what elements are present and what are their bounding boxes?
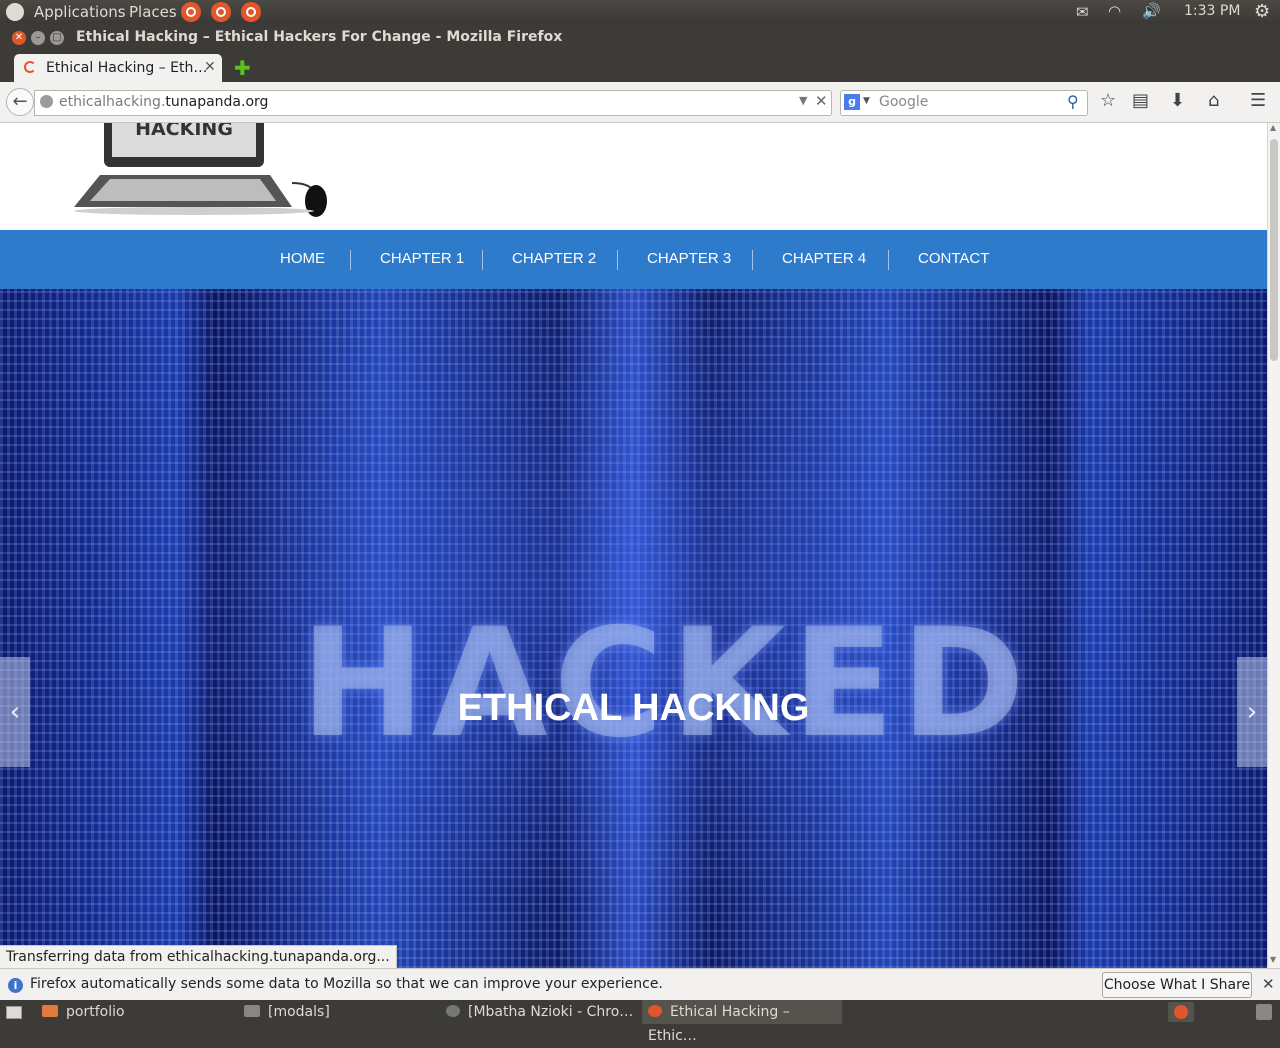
taskbar-item-label: [modals] [268, 1004, 330, 1020]
chevron-left-icon: ‹ [9, 697, 21, 727]
scrollbar-thumb[interactable] [1270, 139, 1278, 361]
hero-title: ETHICAL HACKING [457, 687, 810, 729]
notification-bar: i Firefox automatically sends some data … [0, 968, 1280, 1001]
choose-what-i-share-button[interactable]: Choose What I Share [1102, 972, 1252, 998]
notification-message: Firefox automatically sends some data to… [30, 976, 663, 992]
search-placeholder: Google [879, 94, 929, 110]
menu-divider [350, 250, 351, 270]
mail-icon[interactable]: ✉ [1076, 3, 1089, 21]
page-scrollbar[interactable]: ▲ ▼ [1267, 123, 1280, 968]
info-icon: i [8, 978, 23, 993]
top-panel: Applications Places ✉ ◠ 🔊 1:33 PM ⚙ [0, 0, 1280, 24]
site-logo[interactable]: HACKING [70, 123, 332, 223]
window-title-bar: ✕ – □ Ethical Hacking – Ethical Hackers … [0, 24, 1280, 52]
applications-menu[interactable]: Applications [34, 3, 126, 21]
close-icon[interactable]: ✕ [1262, 975, 1275, 993]
chevron-right-icon: › [1246, 697, 1258, 727]
menu-chapter-3[interactable]: CHAPTER 3 [647, 250, 731, 267]
slider-prev-button[interactable]: ‹ [0, 657, 30, 767]
search-bar[interactable]: g ▼ Google ⚲ [840, 90, 1088, 116]
folder-icon [244, 1005, 260, 1017]
google-icon[interactable]: g [844, 94, 860, 110]
menu-divider [752, 250, 753, 270]
menu-chapter-2[interactable]: CHAPTER 2 [512, 250, 596, 267]
hamburger-menu-icon[interactable]: ☰ [1250, 90, 1266, 111]
url-bar[interactable]: ethicalhacking.tunapanda.org ▼ ✕ [34, 90, 832, 116]
window-title: Ethical Hacking – Ethical Hackers For Ch… [76, 29, 563, 45]
ubuntu-launcher-icon[interactable] [211, 2, 231, 22]
close-window-icon[interactable]: ✕ [12, 31, 26, 45]
firefox-icon [648, 1005, 662, 1017]
main-menu: HOME CHAPTER 1 CHAPTER 2 CHAPTER 3 CHAPT… [0, 230, 1267, 289]
firefox-icon [1174, 1005, 1188, 1019]
hero-slider: HACKED ETHICAL HACKING ‹ › [0, 289, 1267, 968]
url-domain-prefix: ethicalhacking. [59, 94, 166, 110]
ubuntu-launcher-icon[interactable] [181, 2, 201, 22]
taskbar-item-portfolio[interactable]: portfolio [42, 1000, 125, 1024]
scroll-down-icon[interactable]: ▼ [1270, 955, 1276, 964]
reading-list-icon[interactable]: ▤ [1132, 90, 1149, 111]
show-desktop-icon[interactable] [6, 1006, 22, 1019]
minimize-window-icon[interactable]: – [31, 31, 45, 45]
status-bar: Transferring data from ethicalhacking.tu… [0, 945, 397, 970]
arrow-left-icon: ← [12, 91, 28, 112]
stop-icon[interactable]: ✕ [815, 92, 828, 110]
loading-icon [24, 61, 36, 73]
new-tab-icon[interactable]: ✚ [234, 56, 251, 80]
ubuntu-launcher-icon[interactable] [241, 2, 261, 22]
url-domain-main: tunapanda.org [165, 94, 269, 110]
taskbar-item-chrome[interactable]: [Mbatha Nzioki - Chro… [446, 1000, 633, 1024]
taskbar-item-modals[interactable]: [modals] [244, 1000, 330, 1024]
download-icon[interactable]: ⬇ [1170, 90, 1185, 111]
menu-chapter-1[interactable]: CHAPTER 1 [380, 250, 464, 267]
firefox-tray-icon[interactable] [1168, 1002, 1194, 1022]
folder-icon [42, 1005, 58, 1017]
trash-icon[interactable] [1256, 1004, 1272, 1020]
tab-label: Ethical Hacking – Eth… [46, 60, 208, 76]
url-text: ethicalhacking.tunapanda.org [59, 94, 268, 110]
maximize-window-icon[interactable]: □ [50, 31, 64, 45]
menu-divider [482, 250, 483, 270]
places-menu[interactable]: Places [129, 3, 177, 21]
volume-icon[interactable]: 🔊 [1142, 2, 1161, 20]
tab-ethical-hacking[interactable]: Ethical Hacking – Eth… ✕ [14, 54, 222, 82]
taskbar-item-label: portfolio [66, 1004, 125, 1020]
logo-text: HACKING [135, 123, 233, 140]
tab-close-icon[interactable]: ✕ [204, 59, 216, 75]
menu-contact[interactable]: CONTACT [918, 250, 989, 267]
ubuntu-logo-icon[interactable] [6, 3, 24, 21]
scroll-up-icon[interactable]: ▲ [1270, 123, 1276, 132]
clock[interactable]: 1:33 PM [1184, 3, 1240, 19]
globe-icon [40, 95, 53, 108]
menu-divider [617, 250, 618, 270]
taskbar-item-label: Ethical Hacking – Ethic… [648, 1004, 790, 1044]
menu-divider [888, 250, 889, 270]
slider-next-button[interactable]: › [1237, 657, 1267, 767]
chevron-down-icon[interactable]: ▼ [863, 96, 870, 106]
home-icon[interactable]: ⌂ [1208, 90, 1219, 111]
hero-background-text: HACKED [300, 597, 1031, 771]
menu-chapter-4[interactable]: CHAPTER 4 [782, 250, 866, 267]
back-button[interactable]: ← [6, 88, 34, 116]
wifi-icon[interactable]: ◠ [1108, 2, 1121, 20]
web-page: HACKING HOME CHAPTER 1 CHAPTER 2 CHAPTER… [0, 123, 1267, 968]
chrome-icon [446, 1005, 460, 1017]
search-icon[interactable]: ⚲ [1067, 92, 1079, 111]
navigation-bar: ← ethicalhacking.tunapanda.org ▼ ✕ g ▼ G… [0, 82, 1280, 123]
menu-home[interactable]: HOME [280, 250, 325, 267]
tab-bar: Ethical Hacking – Eth… ✕ ✚ [0, 52, 1280, 82]
bookmark-star-icon[interactable]: ☆ [1100, 90, 1116, 111]
taskbar-item-firefox[interactable]: Ethical Hacking – Ethic… [642, 1000, 842, 1044]
gear-icon[interactable]: ⚙ [1254, 1, 1270, 22]
taskbar-item-label: [Mbatha Nzioki - Chro… [468, 1004, 634, 1020]
taskbar: portfolio [modals] [Mbatha Nzioki - Chro… [0, 1000, 1280, 1044]
url-dropdown-icon[interactable]: ▼ [799, 94, 807, 107]
